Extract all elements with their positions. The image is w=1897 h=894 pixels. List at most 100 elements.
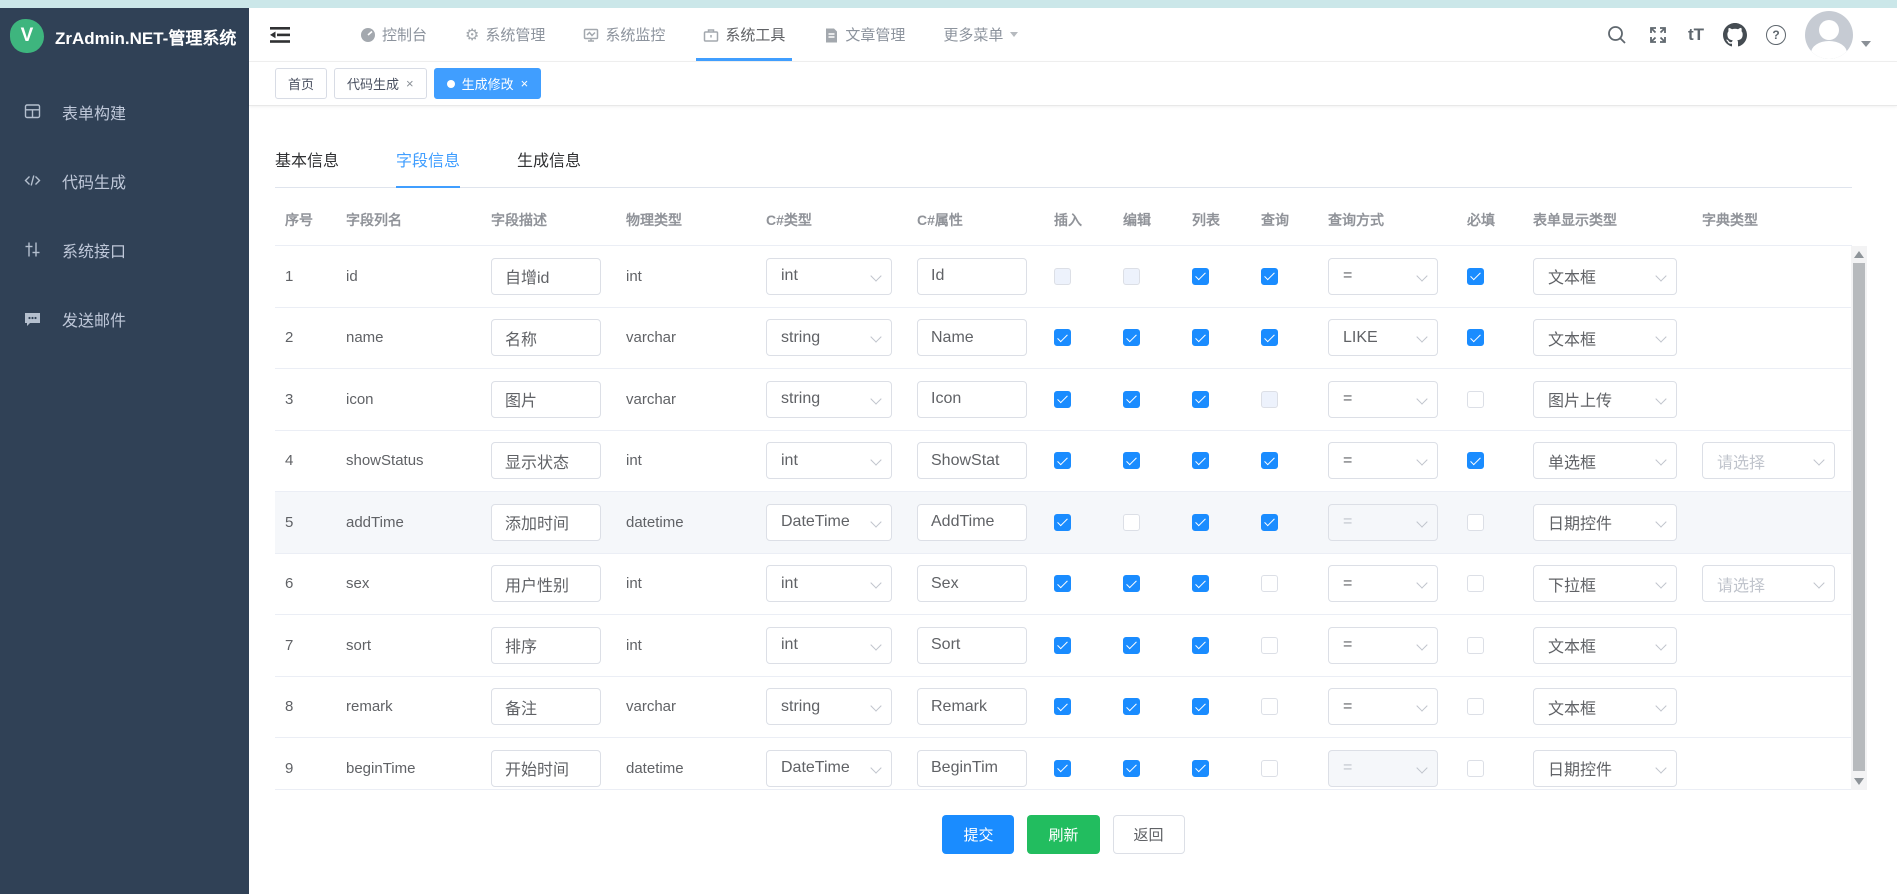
cs-prop-input[interactable] xyxy=(917,750,1027,787)
query-checkbox[interactable] xyxy=(1261,329,1278,346)
display-type-select[interactable]: 日期控件 xyxy=(1533,504,1677,541)
required-checkbox[interactable] xyxy=(1467,760,1484,777)
edit-checkbox[interactable] xyxy=(1123,698,1140,715)
cs-type-select[interactable]: int xyxy=(766,627,892,664)
font-size-icon[interactable]: tT xyxy=(1688,25,1704,45)
field-desc-input[interactable] xyxy=(491,627,601,664)
query-checkbox[interactable] xyxy=(1261,575,1278,592)
table-scrollbar[interactable] xyxy=(1851,246,1867,790)
cs-prop-input[interactable] xyxy=(917,381,1027,418)
required-checkbox[interactable] xyxy=(1467,637,1484,654)
query-mode-select[interactable]: = xyxy=(1328,750,1438,787)
field-desc-input[interactable] xyxy=(491,565,601,602)
cs-prop-input[interactable] xyxy=(917,258,1027,295)
cs-type-select[interactable]: string xyxy=(766,319,892,356)
nav-item-system-tools[interactable]: 系统工具 xyxy=(684,8,804,61)
nav-item-system-monitor[interactable]: 系统监控 xyxy=(564,8,684,61)
scrollbar-thumb[interactable] xyxy=(1853,263,1865,771)
display-type-select[interactable]: 单选框 xyxy=(1533,442,1677,479)
tag-home[interactable]: 首页 xyxy=(275,68,327,99)
sidebar-item-system-api[interactable]: 系统接口 xyxy=(0,215,249,284)
avatar-caret-down-icon[interactable] xyxy=(1861,41,1871,47)
cs-prop-input[interactable] xyxy=(917,442,1027,479)
insert-checkbox[interactable] xyxy=(1054,637,1071,654)
insert-checkbox[interactable] xyxy=(1054,452,1071,469)
query-mode-select[interactable]: = xyxy=(1328,504,1438,541)
field-desc-input[interactable] xyxy=(491,381,601,418)
field-desc-input[interactable] xyxy=(491,442,601,479)
refresh-button[interactable]: 刷新 xyxy=(1027,815,1099,854)
cs-prop-input[interactable] xyxy=(917,565,1027,602)
sidebar-collapse-icon[interactable] xyxy=(267,22,293,48)
sidebar-item-code-generate[interactable]: 代码生成 xyxy=(0,146,249,215)
display-type-select[interactable]: 文本框 xyxy=(1533,627,1677,664)
cs-type-select[interactable]: int xyxy=(766,565,892,602)
nav-item-console[interactable]: 控制台 xyxy=(341,8,446,61)
cs-prop-input[interactable] xyxy=(917,627,1027,664)
list-checkbox[interactable] xyxy=(1192,760,1209,777)
required-checkbox[interactable] xyxy=(1467,268,1484,285)
nav-item-more-menu[interactable]: 更多菜单 xyxy=(924,8,1037,61)
query-checkbox[interactable] xyxy=(1261,452,1278,469)
display-type-select[interactable]: 文本框 xyxy=(1533,688,1677,725)
display-type-select[interactable]: 图片上传 xyxy=(1533,381,1677,418)
nav-item-article-manage[interactable]: 文章管理 xyxy=(804,8,924,61)
list-checkbox[interactable] xyxy=(1192,329,1209,346)
query-checkbox[interactable] xyxy=(1261,268,1278,285)
scroll-down-icon[interactable] xyxy=(1854,778,1864,785)
cs-prop-input[interactable] xyxy=(917,688,1027,725)
query-mode-select[interactable]: = xyxy=(1328,381,1438,418)
query-mode-select[interactable]: = xyxy=(1328,258,1438,295)
list-checkbox[interactable] xyxy=(1192,452,1209,469)
edit-checkbox[interactable] xyxy=(1123,760,1140,777)
list-checkbox[interactable] xyxy=(1192,637,1209,654)
list-checkbox[interactable] xyxy=(1192,391,1209,408)
field-desc-input[interactable] xyxy=(491,750,601,787)
dict-type-select[interactable]: 请选择 xyxy=(1702,442,1835,479)
field-desc-input[interactable] xyxy=(491,504,601,541)
cs-type-select[interactable]: string xyxy=(766,688,892,725)
field-desc-input[interactable] xyxy=(491,688,601,725)
edit-checkbox[interactable] xyxy=(1123,452,1140,469)
edit-checkbox[interactable] xyxy=(1123,637,1140,654)
tag-close-icon[interactable]: × xyxy=(406,77,414,90)
cs-prop-input[interactable] xyxy=(917,504,1027,541)
display-type-select[interactable]: 日期控件 xyxy=(1533,750,1677,787)
query-checkbox[interactable] xyxy=(1261,637,1278,654)
list-checkbox[interactable] xyxy=(1192,575,1209,592)
query-checkbox[interactable] xyxy=(1261,514,1278,531)
list-checkbox[interactable] xyxy=(1192,514,1209,531)
insert-checkbox[interactable] xyxy=(1054,760,1071,777)
tag-generate-edit[interactable]: 生成修改 × xyxy=(434,68,542,99)
nav-item-system-manage[interactable]: ⚙ 系统管理 xyxy=(446,8,564,61)
app-logo-row[interactable]: V ZrAdmin.NET-管理系统 xyxy=(0,8,249,64)
edit-checkbox[interactable] xyxy=(1123,268,1140,285)
query-checkbox[interactable] xyxy=(1261,760,1278,777)
sidebar-item-send-mail[interactable]: 发送邮件 xyxy=(0,284,249,353)
required-checkbox[interactable] xyxy=(1467,452,1484,469)
query-mode-select[interactable]: LIKE xyxy=(1328,319,1438,356)
fullscreen-icon[interactable] xyxy=(1647,24,1669,46)
query-mode-select[interactable]: = xyxy=(1328,442,1438,479)
tag-code-generate[interactable]: 代码生成 × xyxy=(334,68,427,99)
query-checkbox[interactable] xyxy=(1261,698,1278,715)
edit-checkbox[interactable] xyxy=(1123,329,1140,346)
query-mode-select[interactable]: = xyxy=(1328,565,1438,602)
cs-type-select[interactable]: int xyxy=(766,258,892,295)
avatar[interactable] xyxy=(1805,11,1853,59)
field-desc-input[interactable] xyxy=(491,319,601,356)
back-button[interactable]: 返回 xyxy=(1113,815,1185,854)
insert-checkbox[interactable] xyxy=(1054,268,1071,285)
display-type-select[interactable]: 下拉框 xyxy=(1533,565,1677,602)
query-mode-select[interactable]: = xyxy=(1328,627,1438,664)
github-icon[interactable] xyxy=(1723,23,1747,47)
search-icon[interactable] xyxy=(1606,24,1628,46)
insert-checkbox[interactable] xyxy=(1054,575,1071,592)
display-type-select[interactable]: 文本框 xyxy=(1533,258,1677,295)
cs-type-select[interactable]: int xyxy=(766,442,892,479)
edit-checkbox[interactable] xyxy=(1123,391,1140,408)
cs-type-select[interactable]: string xyxy=(766,381,892,418)
tab-generate-info[interactable]: 生成信息 xyxy=(517,147,581,187)
tab-basic-info[interactable]: 基本信息 xyxy=(275,147,339,187)
insert-checkbox[interactable] xyxy=(1054,514,1071,531)
